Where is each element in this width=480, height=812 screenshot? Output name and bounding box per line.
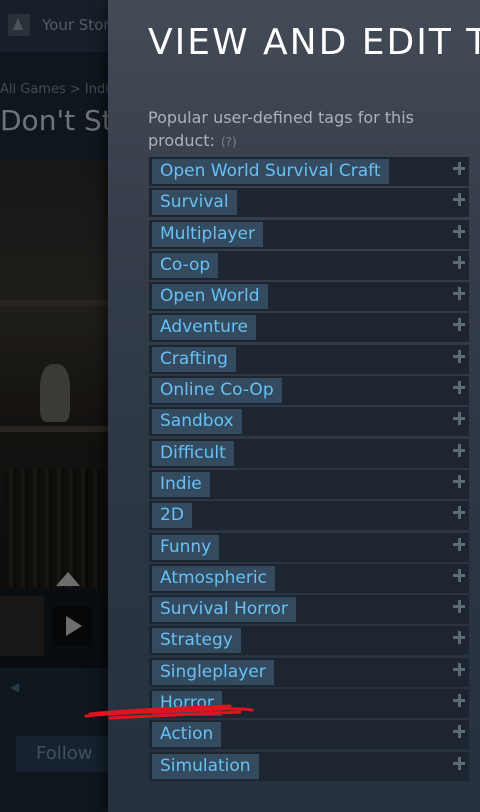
tag-label[interactable]: Sandbox (152, 409, 242, 435)
tag-row: Atmospheric (149, 563, 469, 593)
tag-row: Co-op (149, 250, 469, 280)
add-tag-plus-icon[interactable] (453, 474, 467, 489)
add-tag-plus-icon[interactable] (453, 349, 467, 364)
tag-row: 2D (149, 501, 469, 531)
add-tag-plus-icon[interactable] (453, 756, 467, 771)
add-tag-plus-icon[interactable] (453, 631, 467, 645)
tag-label[interactable]: Crafting (152, 346, 236, 372)
tags-description-text: Popular user-defined tags for this produ… (148, 108, 414, 150)
modal-overlay[interactable] (0, 0, 108, 812)
tag-label[interactable]: Open World (152, 284, 268, 310)
tag-row: Adventure (149, 313, 469, 343)
add-tag-plus-icon[interactable] (453, 600, 467, 614)
tag-label[interactable]: Online Co-Op (152, 378, 282, 404)
tag-row: Sandbox (149, 407, 469, 437)
tag-label[interactable]: Singleplayer (152, 659, 274, 685)
tag-label[interactable]: Funny (152, 534, 220, 560)
tag-label[interactable]: Horror (152, 691, 222, 717)
add-tag-plus-icon[interactable] (453, 412, 467, 426)
tag-row: Horror (149, 689, 469, 719)
add-tag-plus-icon[interactable] (453, 694, 467, 708)
tag-label[interactable]: Difficult (152, 440, 234, 466)
add-tag-plus-icon[interactable] (453, 537, 467, 552)
tag-row: Funny (149, 532, 469, 562)
add-tag-plus-icon[interactable] (453, 725, 467, 739)
tag-label[interactable]: Survival (152, 190, 237, 216)
tag-label[interactable]: 2D (152, 503, 192, 529)
modal-title: VIEW AND EDIT TAGS (148, 22, 480, 63)
tag-row: Singleplayer (149, 657, 469, 687)
add-tag-plus-icon[interactable] (453, 193, 467, 207)
tag-row: Survival (149, 188, 469, 218)
tag-list: Open World Survival Craft Survival Multipl… (149, 157, 469, 783)
tag-label[interactable]: Strategy (152, 628, 241, 654)
add-tag-plus-icon[interactable] (453, 162, 467, 176)
tag-label[interactable]: Multiplayer (152, 221, 263, 247)
tag-row: Indie (149, 469, 469, 499)
tag-row: Action (149, 720, 469, 750)
add-tag-plus-icon[interactable] (453, 506, 467, 520)
background-store-page: Your Store All Games > Indie Don't Starv… (0, 0, 108, 812)
add-tag-plus-icon[interactable] (453, 224, 467, 239)
tag-row: Multiplayer (149, 219, 469, 249)
tag-label[interactable]: Action (152, 722, 222, 748)
add-tag-plus-icon[interactable] (453, 662, 467, 677)
tag-label[interactable]: Adventure (152, 315, 256, 341)
add-tag-plus-icon[interactable] (453, 287, 467, 301)
tag-row: Online Co-Op (149, 376, 469, 406)
add-tag-plus-icon[interactable] (453, 381, 467, 395)
add-tag-plus-icon[interactable] (453, 443, 467, 458)
add-tag-plus-icon[interactable] (453, 568, 467, 583)
tag-row: Open World Survival Craft (149, 157, 469, 186)
tag-row: Simulation (149, 751, 469, 781)
tag-row: Survival Horror (149, 595, 469, 625)
help-link[interactable]: (?) (221, 135, 237, 149)
tags-description: Popular user-defined tags for this produ… (148, 106, 448, 154)
tag-row: Strategy (149, 626, 469, 656)
tag-label[interactable]: Atmospheric (152, 565, 275, 591)
tag-label[interactable]: Survival Horror (152, 597, 296, 623)
tag-label[interactable]: Open World Survival Craft (152, 159, 389, 184)
tag-label[interactable]: Co-op (152, 252, 219, 278)
tag-label[interactable]: Simulation (152, 753, 259, 779)
add-tag-plus-icon[interactable] (453, 318, 467, 332)
tag-row: Difficult (149, 438, 469, 468)
edit-tags-modal: VIEW AND EDIT TAGS Popular user-defined … (108, 0, 480, 812)
tag-label[interactable]: Indie (152, 471, 210, 497)
tag-row: Open World (149, 282, 469, 312)
add-tag-plus-icon[interactable] (453, 255, 467, 270)
tag-row: Crafting (149, 344, 469, 374)
